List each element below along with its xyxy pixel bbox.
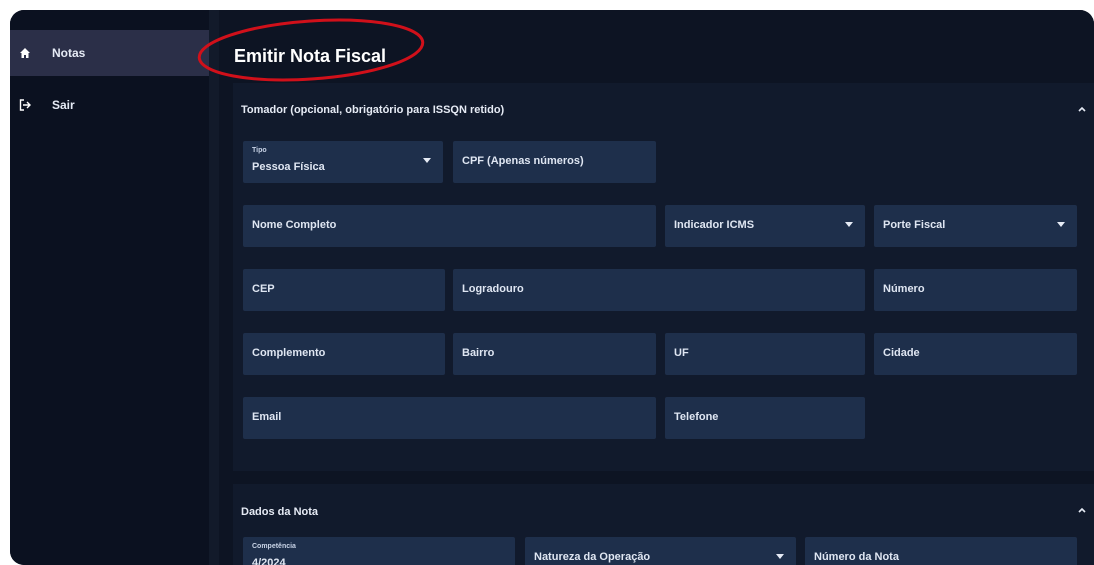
numero-nota-input[interactable]: Número da Nota <box>805 537 1077 565</box>
cep-input[interactable]: CEP <box>243 269 445 311</box>
logradouro-label: Logradouro <box>462 283 524 295</box>
sidebar-item-notas[interactable]: Notas <box>10 30 209 76</box>
sidebar: Notas Sair <box>10 10 209 565</box>
competencia-input[interactable]: Competência 4/2024 <box>243 537 515 565</box>
caret-down-icon <box>423 158 431 163</box>
caret-down-icon <box>776 554 784 559</box>
tipo-label: Tipo <box>252 147 267 154</box>
telefone-input[interactable]: Telefone <box>665 397 865 439</box>
caret-down-icon <box>1057 222 1065 227</box>
bairro-label: Bairro <box>462 347 495 359</box>
email-label: Email <box>252 411 282 423</box>
cpf-label: CPF (Apenas números) <box>462 155 584 167</box>
indicador-icms-select[interactable]: Indicador ICMS <box>665 205 865 247</box>
tipo-value: Pessoa Física <box>252 161 325 173</box>
cidade-input[interactable]: Cidade <box>874 333 1077 375</box>
numero-input[interactable]: Número <box>874 269 1077 311</box>
chevron-up-icon[interactable] <box>1076 504 1088 516</box>
sidebar-item-label: Notas <box>52 46 86 60</box>
app-window: Notas Sair Emitir Nota Fiscal Tomador (o… <box>10 10 1094 565</box>
telefone-label: Telefone <box>674 411 719 423</box>
nome-input[interactable]: Nome Completo <box>243 205 656 247</box>
logradouro-input[interactable]: Logradouro <box>453 269 865 311</box>
home-icon <box>18 46 32 60</box>
bairro-input[interactable]: Bairro <box>453 333 656 375</box>
numero-label: Número <box>883 283 925 295</box>
tomador-header[interactable]: Tomador (opcional, obrigatório para ISSQ… <box>241 104 504 116</box>
competencia-label: Competência <box>252 543 296 550</box>
nome-label: Nome Completo <box>252 219 337 231</box>
email-input[interactable]: Email <box>243 397 656 439</box>
sidebar-divider <box>209 10 219 565</box>
chevron-up-icon[interactable] <box>1076 103 1088 115</box>
uf-label: UF <box>674 347 689 359</box>
cep-label: CEP <box>252 283 275 295</box>
indicador-icms-label: Indicador ICMS <box>674 219 755 231</box>
numero-nota-label: Número da Nota <box>814 551 899 563</box>
sidebar-item-label: Sair <box>52 98 75 112</box>
competencia-value: 4/2024 <box>252 557 286 565</box>
tomador-panel: Tomador (opcional, obrigatório para ISSQ… <box>233 83 1094 471</box>
tipo-select[interactable]: Tipo Pessoa Física <box>243 141 443 183</box>
porte-fiscal-label: Porte Fiscal <box>883 219 946 231</box>
page-title: Emitir Nota Fiscal <box>234 46 387 66</box>
dados-nota-panel: Dados da Nota Competência 4/2024 Naturez… <box>233 484 1094 565</box>
porte-fiscal-select[interactable]: Porte Fiscal <box>874 205 1077 247</box>
main-content: Emitir Nota Fiscal Tomador (opcional, ob… <box>197 10 1094 565</box>
cidade-label: Cidade <box>883 347 920 359</box>
sidebar-item-sair[interactable]: Sair <box>10 80 209 126</box>
complemento-input[interactable]: Complemento <box>243 333 445 375</box>
cpf-input[interactable]: CPF (Apenas números) <box>453 141 656 183</box>
logout-icon <box>18 98 32 112</box>
dados-nota-header[interactable]: Dados da Nota <box>241 506 318 518</box>
uf-input[interactable]: UF <box>665 333 865 375</box>
caret-down-icon <box>845 222 853 227</box>
natureza-label: Natureza da Operação <box>534 551 651 563</box>
natureza-operacao-select[interactable]: Natureza da Operação <box>525 537 796 565</box>
complemento-label: Complemento <box>252 347 326 359</box>
